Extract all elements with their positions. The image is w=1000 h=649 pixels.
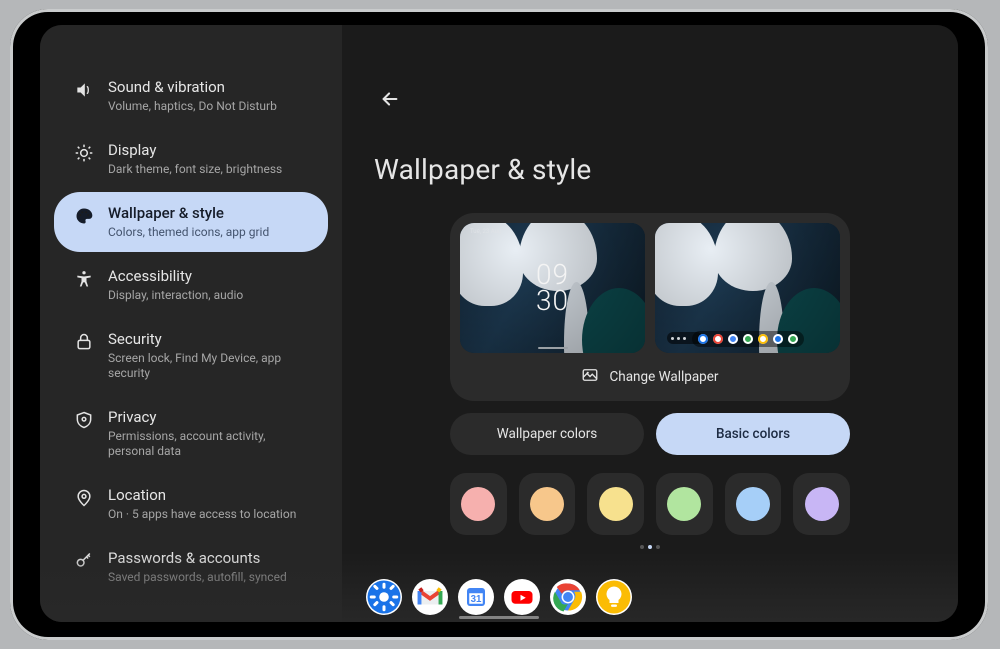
sidebar-item-subtitle: On · 5 apps have access to location [108, 507, 296, 522]
sidebar-item-subtitle: Screen lock, Find My Device, app securit… [108, 351, 312, 381]
sidebar-item-subtitle: Display, interaction, audio [108, 288, 243, 303]
color-circle [599, 487, 633, 521]
color-swatch-5[interactable] [725, 473, 782, 535]
mini-app-phone [788, 334, 798, 344]
mini-app-calendar [728, 334, 738, 344]
sidebar-item-key[interactable]: Passwords & accounts Saved passwords, aut… [54, 537, 328, 597]
sidebar-item-title: Security [108, 330, 312, 348]
back-button[interactable] [374, 83, 406, 115]
mini-app-settings [698, 334, 708, 344]
sidebar-item-title: Sound & vibration [108, 78, 277, 96]
sidebar-item-lock[interactable]: Security Screen lock, Find My Device, app… [54, 318, 328, 393]
color-swatch-3[interactable] [587, 473, 644, 535]
sidebar-item-subtitle: Saved passwords, autofill, synced [108, 570, 287, 585]
lock-icon [74, 332, 94, 352]
main-content: Wallpaper & style Tue, 23 Aug [342, 25, 958, 622]
color-source-tabs: Wallpaper colors Basic colors [450, 413, 850, 455]
sidebar-item-palette[interactable]: Wallpaper & style Colors, themed icons, a… [54, 192, 328, 252]
home-dock-mini [692, 331, 804, 347]
lockscreen-clock: 09 30 [536, 262, 569, 314]
sidebar-item-title: Wallpaper & style [108, 204, 269, 222]
palette-icon [74, 206, 94, 226]
dock-app-chrome[interactable] [550, 579, 586, 615]
sidebar-item-title: Accessibility [108, 267, 243, 285]
svg-text:31: 31 [471, 594, 482, 605]
key-icon [74, 551, 94, 571]
sidebar-item-subtitle: Colors, themed icons, app grid [108, 225, 269, 240]
dock-app-settings[interactable] [366, 579, 402, 615]
color-circle [667, 487, 701, 521]
sidebar-item-title: Location [108, 486, 296, 504]
color-swatch-6[interactable] [793, 473, 850, 535]
page-title: Wallpaper & style [374, 153, 591, 186]
pager-dots [640, 545, 660, 549]
mini-app-gmail [713, 334, 723, 344]
mini-app-chrome [758, 334, 768, 344]
dock-app-youtube[interactable] [504, 579, 540, 615]
sidebar-item-location[interactable]: Location On · 5 apps have access to locat… [54, 474, 328, 534]
color-circle [736, 487, 770, 521]
sidebar-item-volume[interactable]: Sound & vibration Volume, haptics, Do Not… [54, 66, 328, 126]
volume-icon [74, 80, 94, 100]
sidebar-item-title: Display [108, 141, 282, 159]
mini-app-contacts [773, 334, 783, 344]
color-swatch-2[interactable] [519, 473, 576, 535]
homescreen-preview[interactable] [655, 223, 840, 353]
color-circle [530, 487, 564, 521]
color-circle [461, 487, 495, 521]
tab-basic-colors[interactable]: Basic colors [656, 413, 850, 455]
lockscreen-date: Tue, 23 Aug [470, 228, 501, 235]
location-icon [74, 488, 94, 508]
taskbar-dock: 31 [366, 579, 632, 615]
wallpaper-preview-card: Tue, 23 Aug 09 30 [450, 213, 850, 401]
settings-sidebar: Sound & vibration Volume, haptics, Do Not… [40, 25, 342, 622]
color-swatch-4[interactable] [656, 473, 713, 535]
brightness-icon [74, 143, 94, 163]
dock-app-calendar[interactable]: 31 [458, 579, 494, 615]
sidebar-item-title: Passwords & accounts [108, 549, 287, 567]
tablet-bezel: 9:30 Sound & vibrationVolume, haptics, D… [10, 9, 988, 640]
basic-color-swatches [450, 473, 850, 535]
mini-app-play [743, 334, 753, 344]
tab-wallpaper-colors[interactable]: Wallpaper colors [450, 413, 644, 455]
sidebar-item-subtitle: Volume, haptics, Do Not Disturb [108, 99, 277, 114]
privacy-icon [74, 410, 94, 430]
dock-app-gmail[interactable] [412, 579, 448, 615]
sidebar-item-title: Privacy [108, 408, 312, 426]
dock-app-keep[interactable] [596, 579, 632, 615]
change-wallpaper-button[interactable]: Change Wallpaper [450, 353, 850, 401]
gesture-nav-pill[interactable] [459, 616, 539, 619]
sidebar-item-subtitle: Dark theme, font size, brightness [108, 162, 282, 177]
sidebar-item-subtitle: Permissions, account activity, personal … [108, 429, 312, 459]
color-circle [805, 487, 839, 521]
wallpaper-icon [581, 366, 599, 388]
color-swatch-1[interactable] [450, 473, 507, 535]
change-wallpaper-label: Change Wallpaper [609, 369, 718, 385]
lockscreen-preview[interactable]: Tue, 23 Aug 09 30 [460, 223, 645, 353]
sidebar-item-brightness[interactable]: Display Dark theme, font size, brightness [54, 129, 328, 189]
screen: 9:30 Sound & vibrationVolume, haptics, D… [40, 25, 958, 622]
accessibility-icon [74, 269, 94, 289]
sidebar-item-accessibility[interactable]: Accessibility Display, interaction, audio [54, 255, 328, 315]
sidebar-item-privacy[interactable]: Privacy Permissions, account activity, pe… [54, 396, 328, 471]
